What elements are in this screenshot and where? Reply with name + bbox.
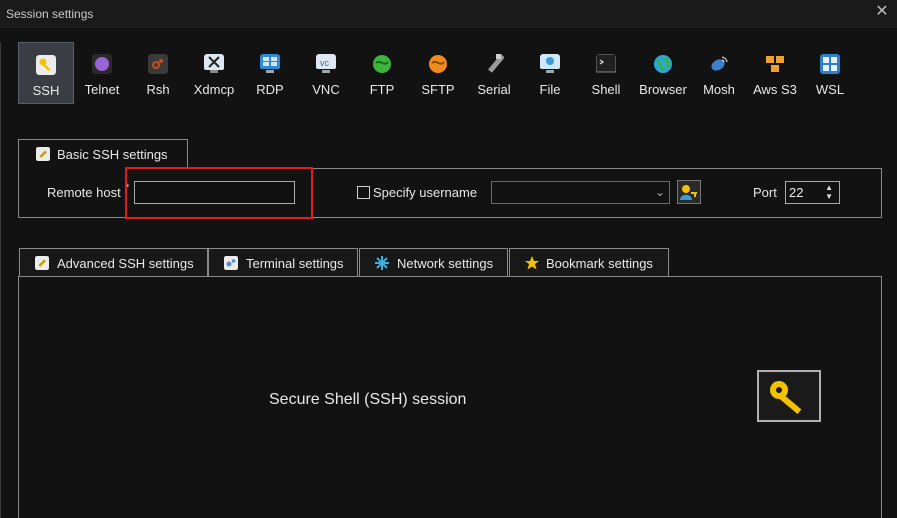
svg-text:vc: vc [320, 58, 330, 68]
tab-terminal-settings[interactable]: Terminal settings [208, 248, 358, 276]
session-type-label: Telnet [84, 82, 120, 97]
tab-label: Network settings [397, 256, 494, 271]
session-type-label: Shell [591, 82, 621, 97]
port-label: Port [753, 185, 777, 200]
star-icon [525, 256, 539, 270]
wrench-icon [35, 256, 49, 270]
file-icon [540, 54, 560, 73]
chevron-down-icon: ⌄ [654, 185, 665, 199]
session-type-label: Mosh [703, 82, 735, 97]
telnet-icon [92, 54, 112, 74]
tab-advanced-ssh-settings[interactable]: Advanced SSH settings [19, 248, 208, 276]
tab-label: Advanced SSH settings [57, 256, 194, 271]
aws-s3-icon [766, 56, 784, 72]
session-type-label: Xdmcp [193, 82, 235, 97]
network-icon [375, 256, 389, 270]
session-type-ssh[interactable]: SSH [18, 42, 74, 104]
session-type-label: Browser [639, 82, 687, 97]
session-type-xdmcp[interactable]: Xdmcp [187, 42, 241, 104]
session-type-serial[interactable]: Serial [467, 42, 521, 104]
terminal-icon [224, 256, 238, 270]
session-type-browser[interactable]: Browser [635, 42, 691, 104]
session-type-telnet[interactable]: Telnet [75, 42, 129, 104]
rdp-icon [260, 54, 280, 73]
session-type-ftp[interactable]: FTP [355, 42, 409, 104]
sftp-icon [429, 55, 447, 73]
browser-icon [654, 55, 672, 73]
tab-label: Bookmark settings [546, 256, 653, 271]
session-type-vnc[interactable]: vc VNC [299, 42, 353, 104]
spin-down-icon[interactable]: ▼ [825, 193, 833, 201]
wrench-icon [36, 147, 50, 161]
vnc-icon: vc [316, 54, 336, 73]
xdmcp-icon [204, 54, 224, 73]
session-description: Secure Shell (SSH) session [269, 391, 467, 408]
username-dropdown[interactable]: ⌄ [491, 181, 670, 204]
spin-up-icon[interactable]: ▲ [825, 184, 833, 192]
session-type-label: Serial [477, 82, 511, 97]
window-title: Session settings [6, 7, 94, 21]
serial-icon [488, 54, 504, 73]
specify-username-label[interactable]: Specify username [373, 185, 477, 200]
session-type-label: VNC [312, 82, 340, 97]
remote-host-highlight [125, 167, 313, 219]
session-type-label: Aws S3 [753, 82, 797, 97]
session-type-mosh[interactable]: Mosh [693, 42, 745, 104]
user-icon [680, 185, 697, 200]
remote-host-label: Remote host [47, 185, 121, 200]
session-type-wsl[interactable]: WSL [805, 42, 855, 104]
mosh-icon [711, 56, 728, 71]
rsh-icon [148, 54, 168, 74]
tab-basic-ssh-settings[interactable]: Basic SSH settings [18, 139, 188, 169]
session-type-rsh[interactable]: Rsh [131, 42, 185, 104]
session-type-label: WSL [815, 82, 845, 97]
title-bar: Session settings ✕ [0, 0, 897, 28]
session-type-label: SFTP [421, 82, 455, 97]
session-type-shell[interactable]: Shell [579, 42, 633, 104]
session-type-label: FTP [369, 82, 395, 97]
left-edge-divider [0, 42, 1, 518]
tab-network-settings[interactable]: Network settings [359, 248, 508, 276]
session-type-sftp[interactable]: SFTP [411, 42, 465, 104]
ftp-icon [373, 55, 391, 73]
session-type-badge [757, 370, 821, 422]
port-value[interactable]: 22 [789, 185, 803, 200]
session-type-label: File [539, 82, 561, 97]
shell-icon [596, 54, 616, 73]
specify-username-checkbox[interactable] [357, 186, 370, 199]
key-icon [36, 55, 56, 75]
key-icon [770, 381, 802, 415]
wsl-icon [820, 54, 840, 74]
user-credentials-button[interactable] [677, 180, 701, 204]
session-type-label: Rsh [146, 82, 170, 97]
session-type-file[interactable]: File [523, 42, 577, 104]
session-type-rdp[interactable]: RDP [243, 42, 297, 104]
session-type-label: SSH [32, 83, 60, 98]
close-icon[interactable]: ✕ [875, 4, 889, 20]
session-type-label: RDP [256, 82, 284, 97]
tab-bookmark-settings[interactable]: Bookmark settings [509, 248, 669, 276]
tab-label: Terminal settings [246, 256, 344, 271]
session-type-aws-s3[interactable]: Aws S3 [747, 42, 803, 104]
tab-label: Basic SSH settings [57, 147, 168, 162]
port-spinbox[interactable]: 22 ▲ ▼ [785, 181, 840, 204]
